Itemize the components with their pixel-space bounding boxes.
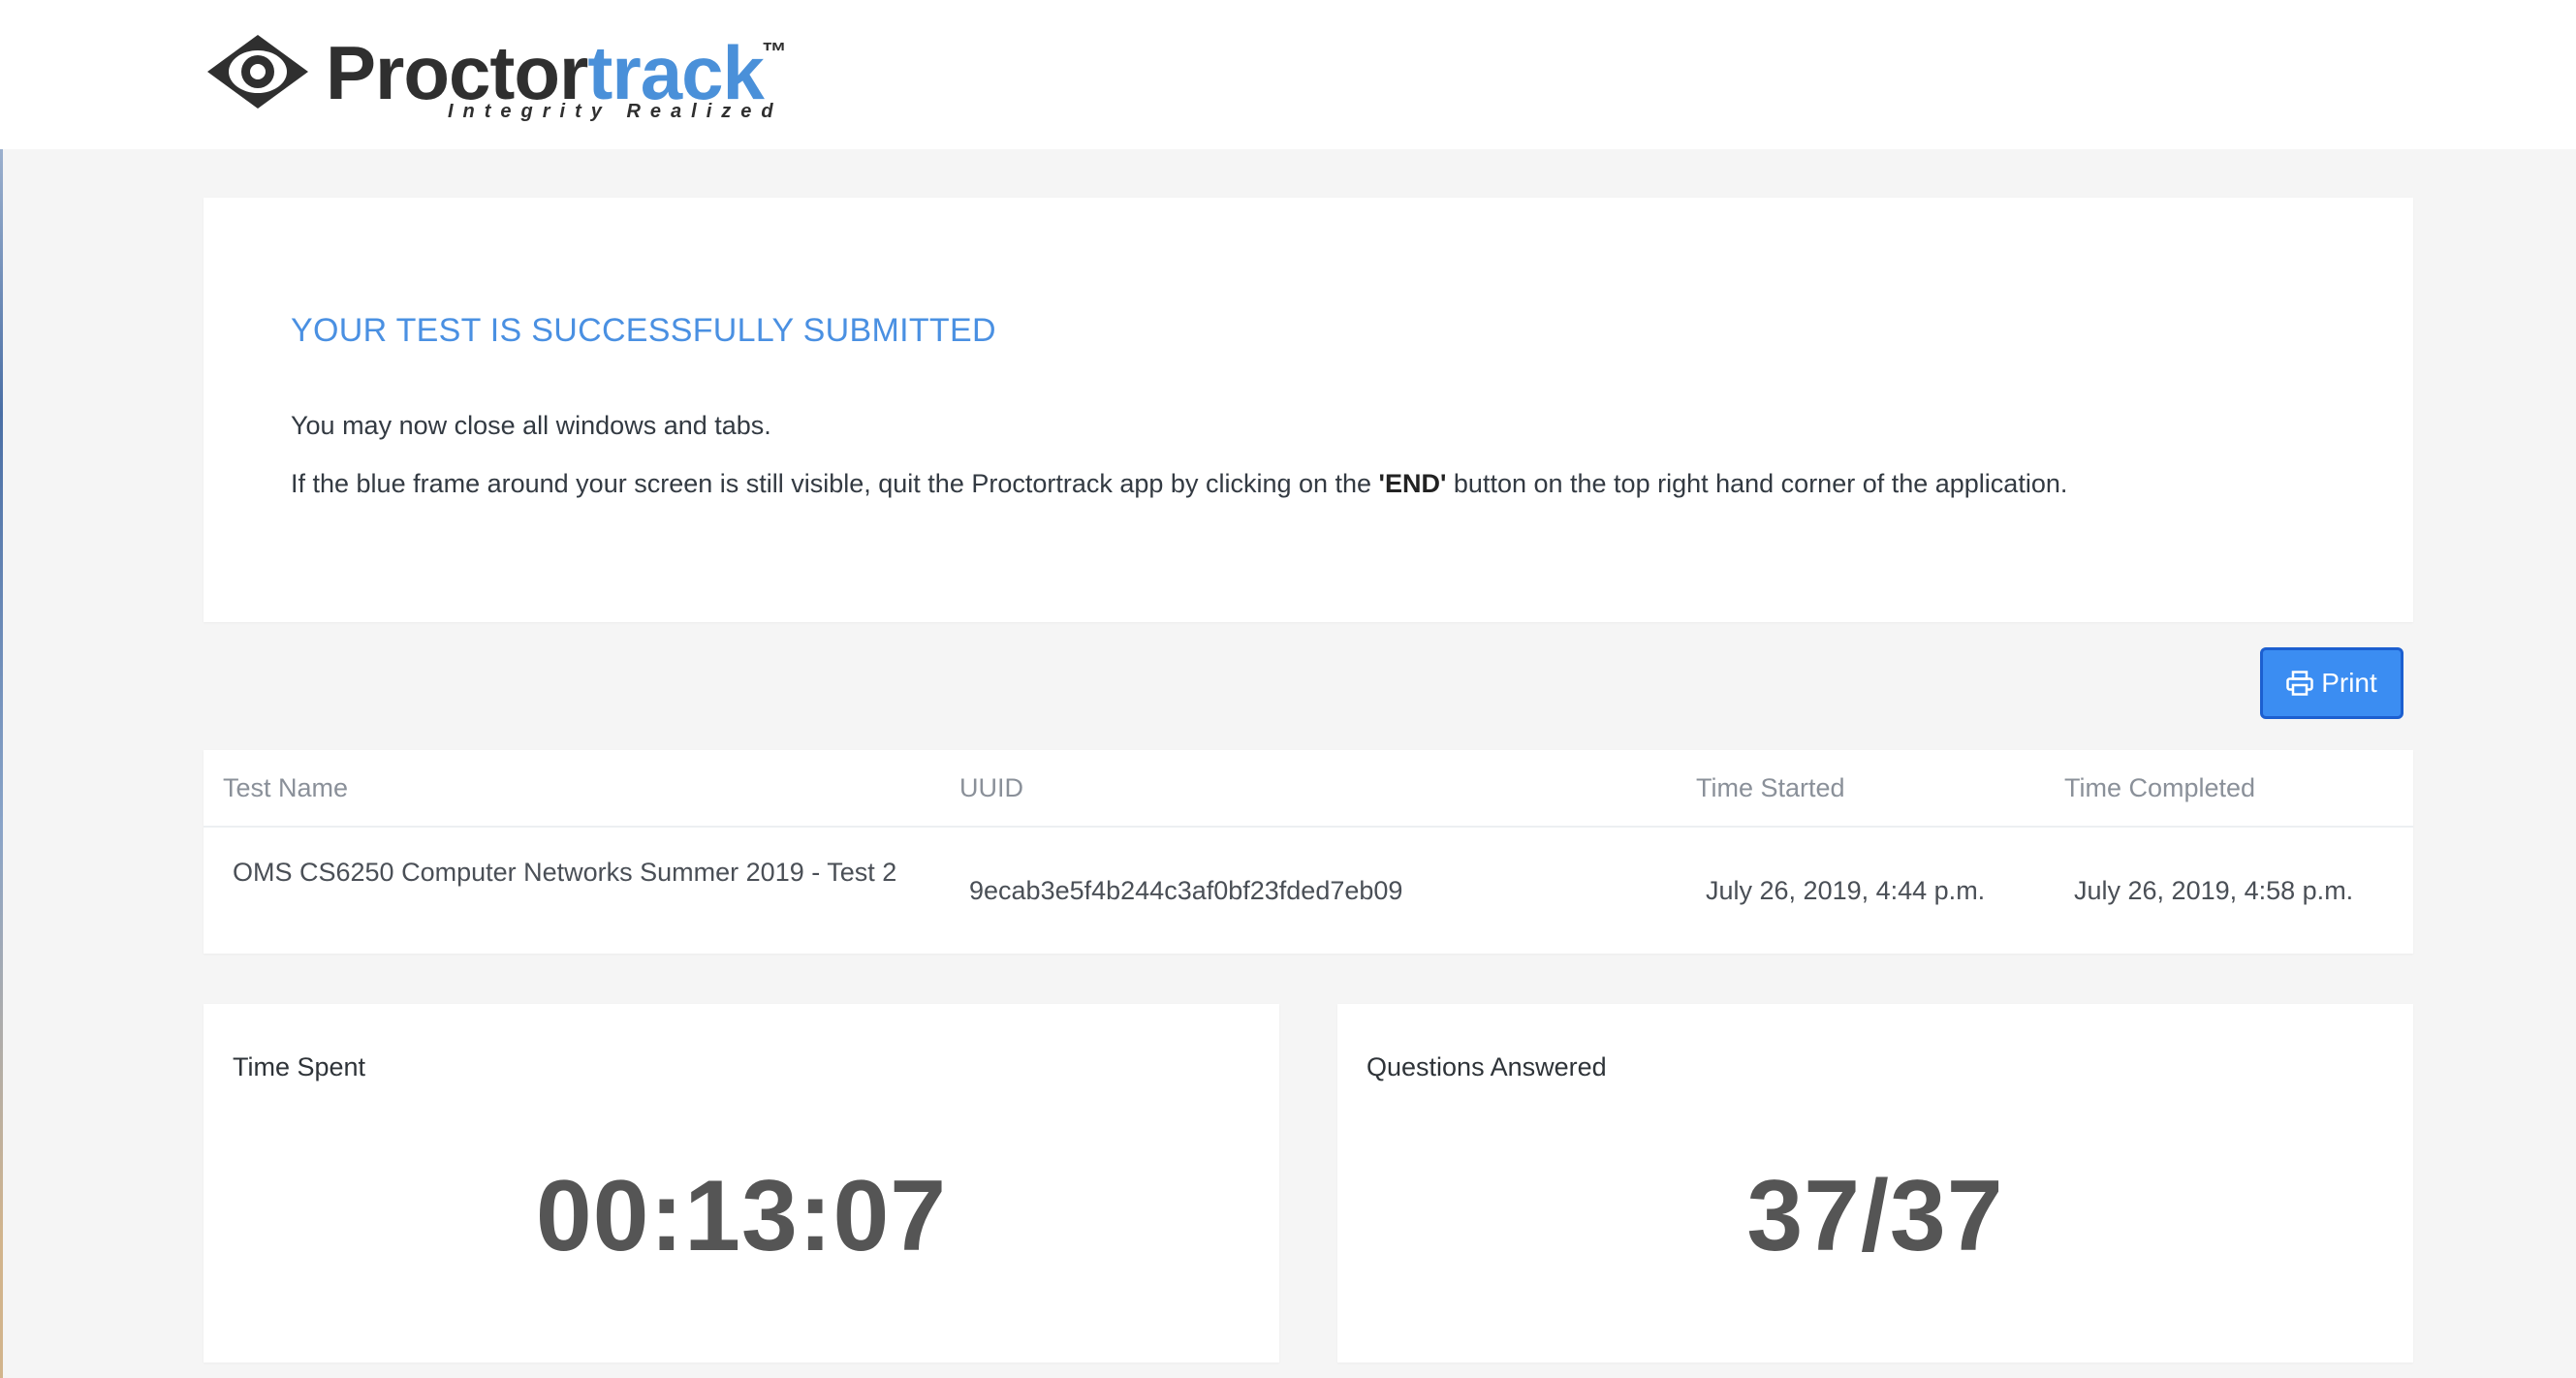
logo-tagline: Integrity Realized <box>448 101 783 122</box>
printer-icon <box>2286 671 2313 696</box>
eye-logo-icon <box>207 35 308 109</box>
column-header-time-completed: Time Completed <box>2064 773 2256 802</box>
logo-trademark: ™ <box>762 37 787 66</box>
cell-test-name: OMS CS6250 Computer Networks Summer 2019… <box>233 858 897 887</box>
questions-answered-label: Questions Answered <box>1367 1052 1607 1081</box>
column-header-time-started: Time Started <box>1696 773 1845 802</box>
print-button-label: Print <box>2321 668 2377 698</box>
cell-time-started: July 26, 2019, 4:44 p.m. <box>1706 876 1986 905</box>
column-header-uuid: UUID <box>959 773 1023 802</box>
cell-time-completed: July 26, 2019, 4:58 p.m. <box>2074 876 2354 905</box>
submission-message-card: YOUR TEST IS SUCCESSFULLY SUBMITTED You … <box>204 198 2413 622</box>
column-header-test-name: Test Name <box>223 773 349 802</box>
close-windows-text: You may now close all windows and tabs. <box>291 411 771 440</box>
top-header: Proctortrack ™ Integrity Realized <box>0 0 2576 149</box>
window-edge <box>0 0 3 1378</box>
test-details-table: Test Name UUID Time Started Time Complet… <box>204 750 2413 954</box>
cell-uuid: 9ecab3e5f4b244c3af0bf23fded7eb09 <box>969 876 1403 905</box>
questions-answered-card: Questions Answered 37/37 <box>1337 1004 2413 1362</box>
proctortrack-logo: Proctortrack ™ Integrity Realized <box>205 29 797 126</box>
questions-answered-value: 37/37 <box>1746 1160 2004 1272</box>
print-button[interactable]: Print <box>2260 647 2403 719</box>
time-spent-value: 00:13:07 <box>535 1160 948 1272</box>
table-header-divider <box>204 826 2413 828</box>
end-keyword: 'END' <box>1378 469 1447 498</box>
quit-instructions-prefix: If the blue frame around your screen is … <box>291 469 1379 498</box>
time-spent-card: Time Spent 00:13:07 <box>204 1004 1279 1362</box>
time-spent-label: Time Spent <box>233 1052 366 1081</box>
quit-instructions-suffix: button on the top right hand corner of t… <box>1446 469 2068 498</box>
quit-app-instructions: If the blue frame around your screen is … <box>291 469 2067 499</box>
submission-title: YOUR TEST IS SUCCESSFULLY SUBMITTED <box>291 312 996 349</box>
